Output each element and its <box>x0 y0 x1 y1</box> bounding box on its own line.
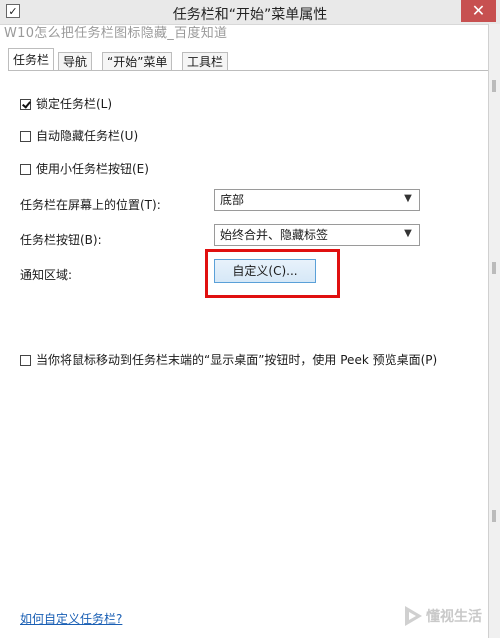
window-title: 任务栏和“开始”菜单属性 <box>172 7 328 23</box>
taskbar-position-value: 底部 <box>220 193 245 207</box>
small-buttons-label: 使用小任务栏按钮(E) <box>36 162 149 176</box>
help-link[interactable]: 如何自定义任务栏? <box>20 610 122 627</box>
tab-start-menu[interactable]: “开始”菜单 <box>102 52 173 70</box>
lock-taskbar-label: 锁定任务栏(L) <box>36 97 113 111</box>
watermark-logo-icon <box>405 606 422 626</box>
peek-checkbox[interactable] <box>20 355 31 366</box>
auto-hide-checkbox[interactable] <box>20 131 31 142</box>
auto-hide-label: 自动隐藏任务栏(U) <box>36 129 139 143</box>
chevron-down-icon: ▼ <box>404 193 412 204</box>
background-window-edge <box>488 24 500 638</box>
highlight-box <box>205 249 340 298</box>
tab-toolbars[interactable]: 工具栏 <box>182 52 229 70</box>
close-button[interactable]: ✕ <box>461 0 496 22</box>
taskbar-buttons-value: 始终合并、隐藏标签 <box>220 228 329 242</box>
peek-option[interactable]: 当你将鼠标移动到任务栏末端的“显示桌面”按钮时，使用 Peek 预览桌面(P) <box>20 351 437 368</box>
edge-mark <box>492 262 496 274</box>
watermark-bottom: 懂视生活 <box>426 609 482 625</box>
tab-navigation[interactable]: 导航 <box>58 52 93 70</box>
tab-taskbar[interactable]: 任务栏 <box>8 48 55 70</box>
taskbar-position-select[interactable]: 底部 ▼ <box>214 189 420 211</box>
edge-mark <box>492 80 496 92</box>
taskbar-buttons-select[interactable]: 始终合并、隐藏标签 ▼ <box>214 224 420 246</box>
auto-hide-option[interactable]: 自动隐藏任务栏(U) <box>20 127 138 144</box>
edge-mark <box>492 510 496 522</box>
lock-taskbar-checkbox[interactable] <box>20 99 31 110</box>
lock-taskbar-option[interactable]: 锁定任务栏(L) <box>20 95 112 112</box>
watermark-top: W10怎么把任务栏图标隐藏_百度知道 <box>4 26 228 41</box>
tab-divider <box>8 70 488 71</box>
notification-area-label: 通知区域: <box>20 268 73 282</box>
chevron-down-icon: ▼ <box>404 228 412 239</box>
peek-label: 当你将鼠标移动到任务栏末端的“显示桌面”按钮时，使用 Peek 预览桌面(P) <box>36 353 438 367</box>
small-buttons-option[interactable]: 使用小任务栏按钮(E) <box>20 160 149 177</box>
small-buttons-checkbox[interactable] <box>20 164 31 175</box>
taskbar-position-label: 任务栏在屏幕上的位置(T): <box>20 198 161 212</box>
taskbar-buttons-label: 任务栏按钮(B): <box>20 233 102 247</box>
